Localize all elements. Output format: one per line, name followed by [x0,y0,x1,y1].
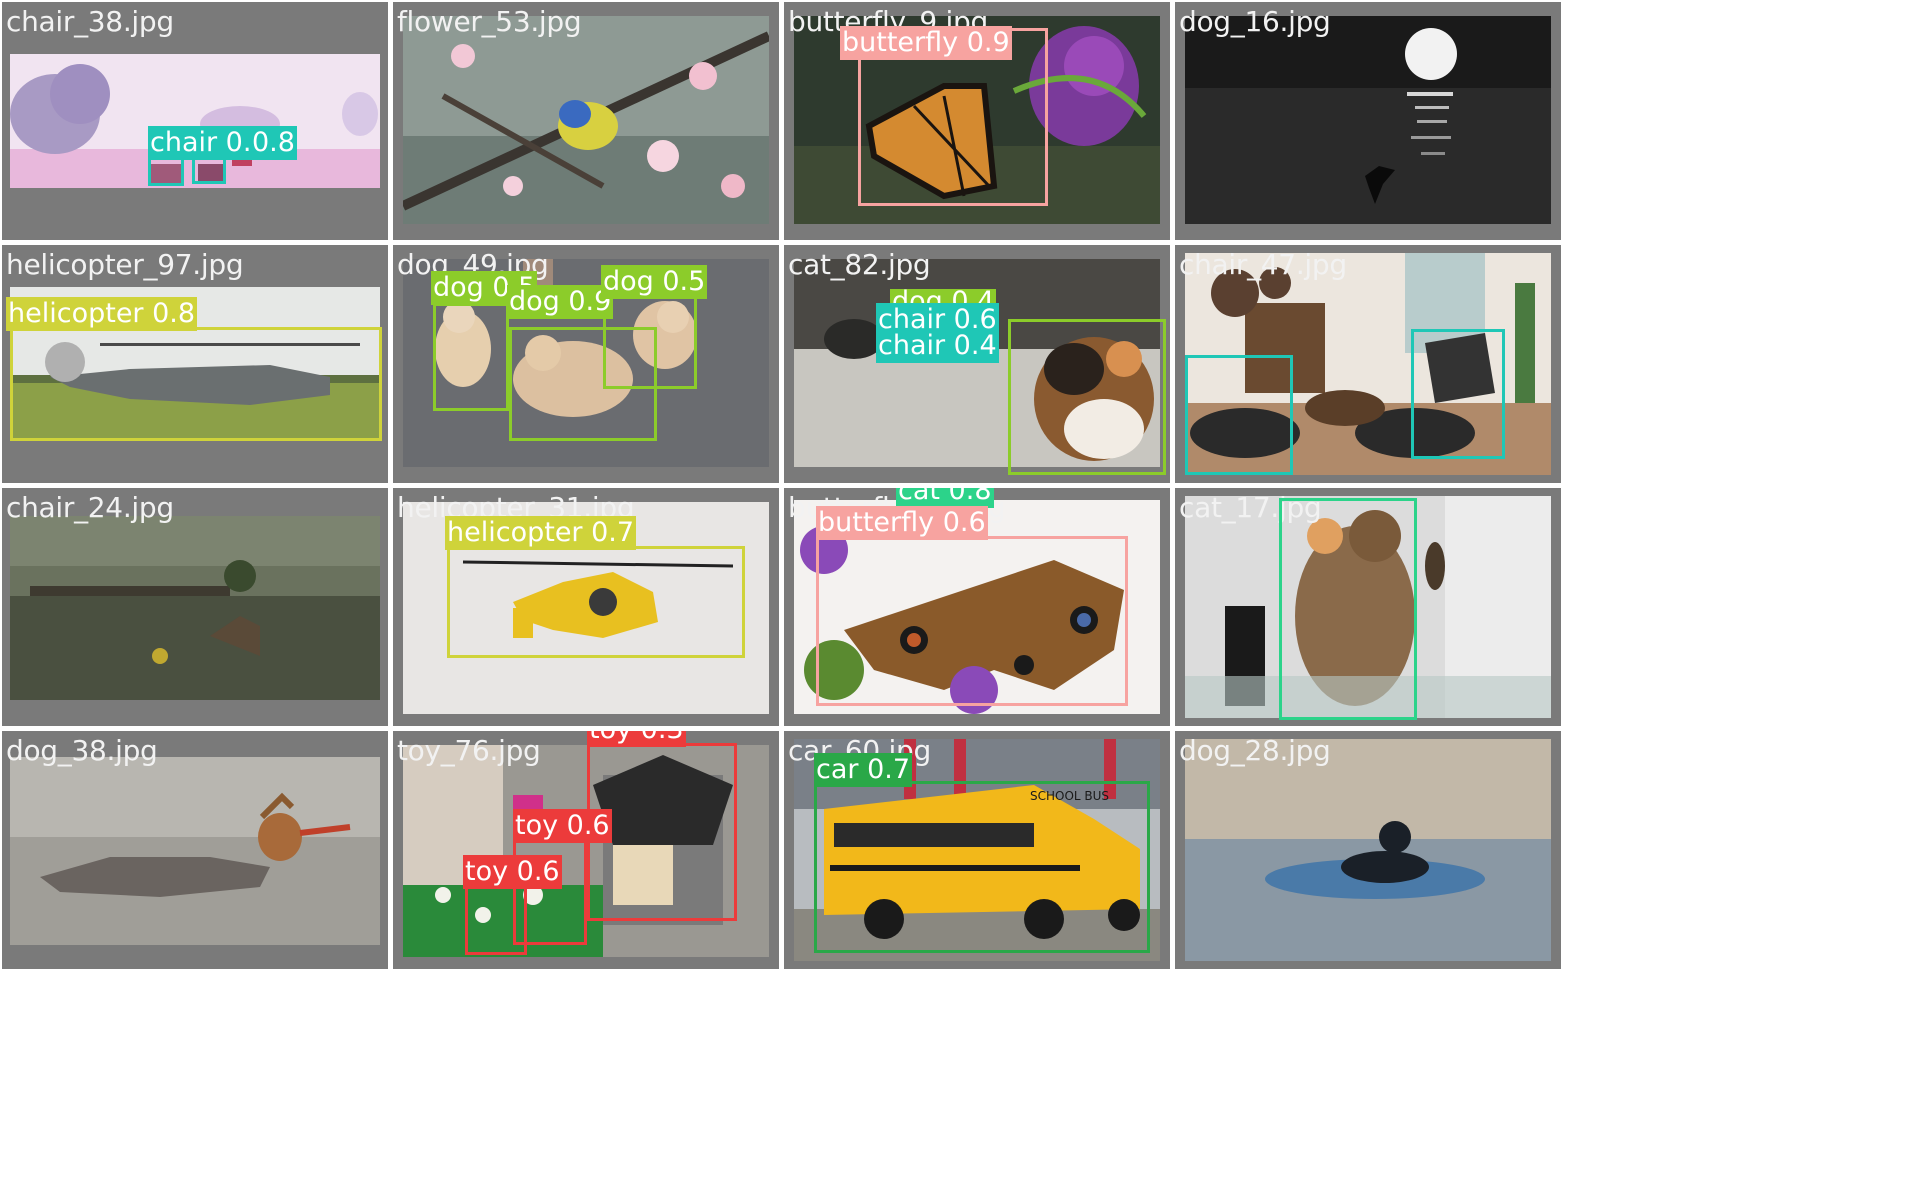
filename-label: dog_38.jpg [6,734,158,767]
bbox-chair [1411,329,1505,459]
tile-dog-28: dog_28.jpg [1175,731,1561,969]
bbox-cat [1008,319,1166,475]
photo [10,757,380,945]
detection-label: dog 0.9 [507,285,614,319]
bbox-chair [1185,355,1293,475]
tile-dog-16: dog_16.jpg [1175,2,1561,240]
photo [1185,16,1551,224]
filename-label: chair_47.jpg [1179,248,1347,281]
tile-helicopter-31: helicopter_31.jpg helicopter 0.7 [393,488,779,726]
tile-toy-76: toy_76.jpg toy 0.3 toy 0.6 toy 0.6 [393,731,779,969]
detection-label: toy 0.3 [587,731,686,747]
detection-label: cat 0.8 [896,488,994,508]
detection-label: toy 0.6 [463,855,562,889]
bbox-helicopter [447,546,745,658]
tile-car-60: car_60.jpg SCHOOL BUS car 0.7 [784,731,1170,969]
game-swamp-image [10,516,380,700]
detection-label: dog 0.5 [601,265,708,299]
tile-cat-82: cat_82.jpg dog 0.4 chair 0.6 chair 0.4 [784,245,1170,483]
bbox-dog [433,303,509,411]
photo [10,516,380,700]
bbox-helicopter [10,327,382,441]
tile-cat-17: cat_17.jpg [1175,488,1561,726]
tile-dog-38: dog_38.jpg [2,731,388,969]
filename-label: flower_53.jpg [397,5,582,38]
detection-label: butterfly 0.9 [840,26,1012,60]
bbox-butterfly [816,536,1128,706]
filename-label: chair_24.jpg [6,491,174,524]
merganser-duck-image [10,757,380,945]
detection-label: 0.8 [250,126,297,160]
bbox-dog [603,295,697,389]
tile-flower-53: flower_53.jpg [393,2,779,240]
detection-label: chair 0.4 [876,329,999,363]
filename-label: cat_82.jpg [788,248,931,281]
bbox-toy [465,883,527,955]
filename-label: dog_28.jpg [1179,734,1331,767]
bbox-car [814,781,1150,953]
tile-butterfly-17: butterfly_17.jpg cat 0.8 butterfly 0.6 [784,488,1170,726]
photo [1185,739,1551,961]
filename-label: toy_76.jpg [397,734,541,767]
tile-dog-49: dog_49.jpg dog 0.5 dog 0.9 dog 0.5 [393,245,779,483]
detection-label: helicopter 0.8 [6,297,198,331]
photo [403,16,769,224]
grebe-water-image [1185,739,1551,961]
filename-label: helicopter_97.jpg [6,248,244,281]
bbox-cat [1279,498,1417,720]
filename-label: dog_16.jpg [1179,5,1331,38]
prediction-grid: chair_38.jpg chair 0.7 0.8 flower_53.jpg [0,0,1920,1192]
tile-chair-38: chair_38.jpg chair 0.7 0.8 [2,2,388,240]
bird-blossom-image [403,16,769,224]
night-sea-image [1185,16,1551,224]
tile-butterfly-9: butterfly_9.jpg butterfly 0.9 [784,2,1170,240]
tile-chair-47: chair_47.jpg [1175,245,1561,483]
filename-label: chair_38.jpg [6,5,174,38]
tile-chair-24: chair_24.jpg [2,488,388,726]
detection-label: toy 0.6 [513,809,612,843]
detection-label: butterfly 0.6 [816,506,988,540]
detection-label: helicopter 0.7 [445,516,637,550]
detection-label: car 0.7 [814,753,913,787]
tile-helicopter-97: helicopter_97.jpg helicopter 0.8 [2,245,388,483]
